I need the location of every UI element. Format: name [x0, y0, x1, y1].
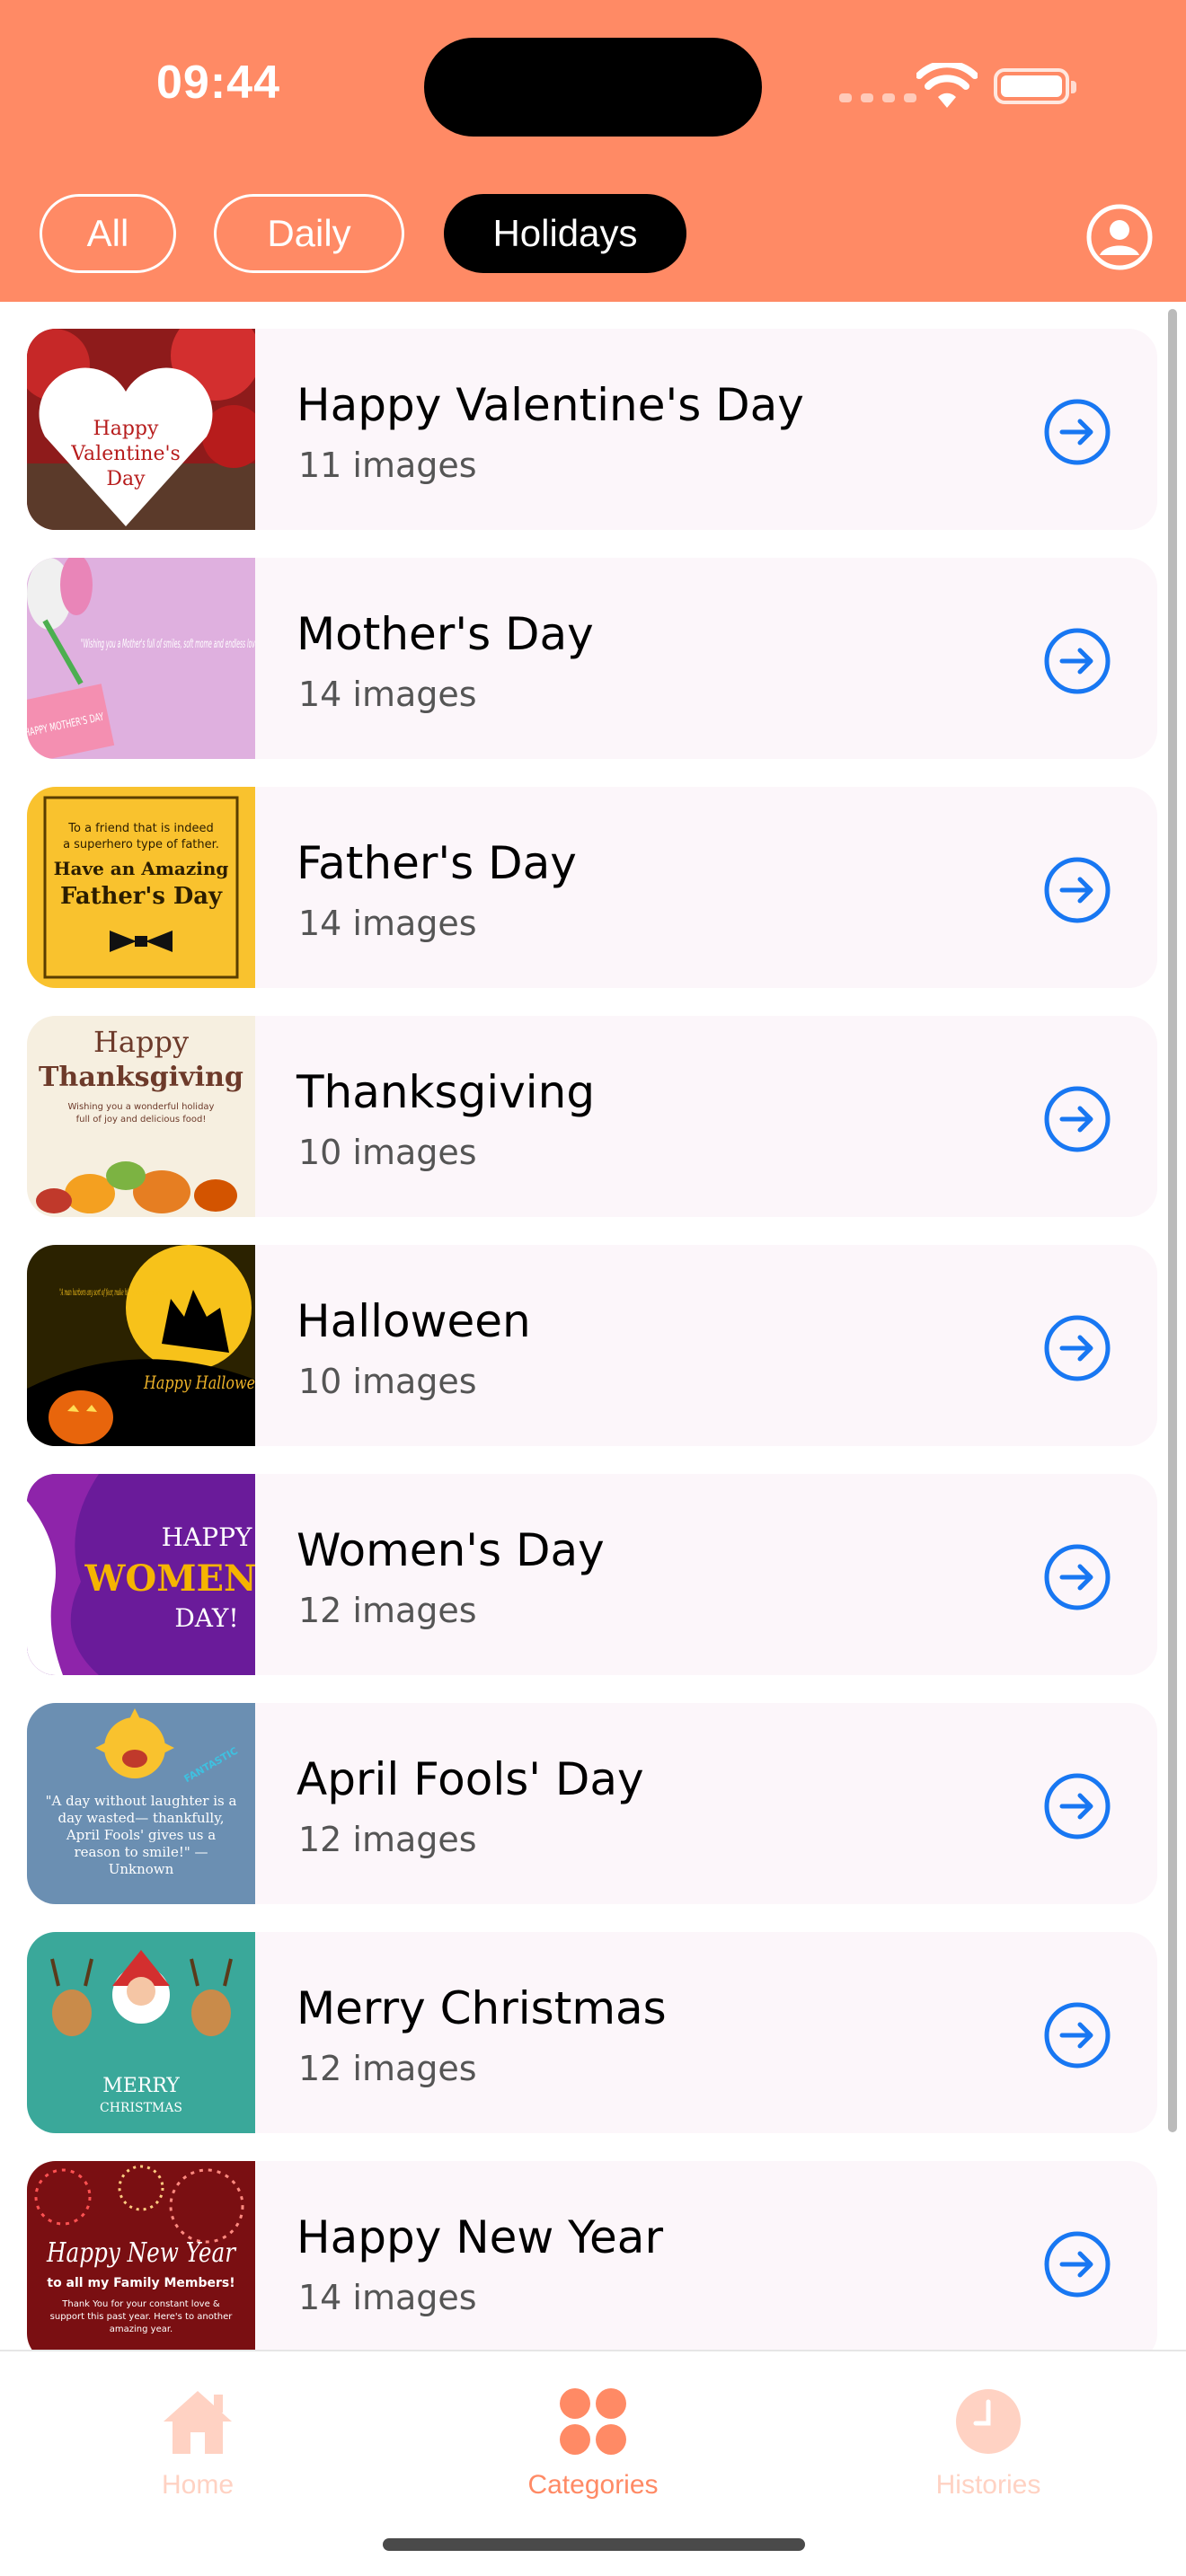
tab-categories[interactable]: Categories: [485, 2369, 701, 2504]
thumb-christmas-line2: CHRISTMAS: [100, 2101, 182, 2115]
list-item-valentines[interactable]: Happy Valentine's Day Happy Valentine's …: [27, 329, 1157, 530]
row-count: 12 images: [298, 1820, 477, 1859]
arrow-right-circle-icon[interactable]: [1042, 1084, 1112, 1154]
cellular-signal-icon: [839, 93, 916, 102]
row-count: 14 images: [298, 675, 477, 714]
arrow-right-circle-icon[interactable]: [1042, 855, 1112, 925]
thumbnail-thanksgiving: Happy Thanksgiving Wishing you a wonderf…: [27, 1016, 255, 1217]
row-title: April Fools' Day: [296, 1753, 644, 1805]
row-count: 14 images: [298, 904, 477, 943]
thumb-women-line3: DAY!: [174, 1603, 238, 1633]
list-item-womens-day[interactable]: HAPPY WOMEN DAY! Women's Day 12 images: [27, 1474, 1157, 1675]
scrollbar[interactable]: [1168, 309, 1177, 2132]
tab-histories[interactable]: Histories: [881, 2369, 1096, 2504]
arrow-right-circle-icon[interactable]: [1042, 1313, 1112, 1383]
filter-holidays-label: Holidays: [492, 212, 638, 254]
thumb-april-quote: "A day without laughter is a day wasted—…: [45, 1793, 237, 1877]
list-item-mothers-day[interactable]: "Wishing you a Mother's full of smiles, …: [27, 558, 1157, 759]
profile-icon[interactable]: [1085, 203, 1154, 271]
thumb-thanks-line4: full of joy and delicious food!: [76, 1115, 207, 1125]
arrow-right-circle-icon[interactable]: [1042, 397, 1112, 467]
thumb-newyear-line4: support this past year. Here's to anothe…: [50, 2312, 234, 2322]
arrow-right-circle-icon[interactable]: [1042, 1542, 1112, 1612]
list-item-halloween[interactable]: "A man harbors any sort of fear, make hi…: [27, 1245, 1157, 1446]
tab-home-label: Home: [161, 2470, 235, 2500]
thumb-newyear-line5: amazing year.: [110, 2325, 173, 2334]
thumb-father-line4: Father's Day: [60, 883, 223, 910]
house-icon: [164, 2391, 232, 2454]
row-count: 12 images: [298, 2049, 477, 2088]
clock-icon: [956, 2389, 1021, 2454]
row-count: 10 images: [298, 1362, 477, 1401]
thumb-valentine-line1: Happy: [93, 418, 159, 440]
list-item-fathers-day[interactable]: To a friend that is indeed a superhero t…: [27, 787, 1157, 988]
dynamic-island: [424, 38, 762, 137]
thumbnail-valentines: Happy Valentine's Day: [27, 329, 255, 530]
thumb-valentine-line2: Valentine's: [70, 443, 181, 465]
home-indicator[interactable]: [383, 2538, 805, 2551]
list-item-new-year[interactable]: Happy New Year to all my Family Members!…: [27, 2161, 1157, 2350]
thumb-mother-quote: "Wishing you a Mother's full of smiles, …: [81, 638, 255, 651]
thumb-halloween-text: Happy Hallowe: [143, 1372, 255, 1393]
thumb-newyear-line3: Thank You for your constant love &: [61, 2299, 220, 2309]
thumb-thanks-line3: Wishing you a wonderful holiday: [68, 1102, 215, 1112]
arrow-right-circle-icon[interactable]: [1042, 1771, 1112, 1841]
row-title: Halloween: [296, 1295, 531, 1347]
row-count: 14 images: [298, 2278, 477, 2317]
row-title: Mother's Day: [296, 608, 594, 660]
thumbnail-mothers-day: "Wishing you a Mother's full of smiles, …: [27, 558, 255, 759]
row-title: Merry Christmas: [296, 1982, 667, 2034]
row-count: 11 images: [298, 446, 477, 485]
filter-daily-label: Daily: [267, 212, 351, 254]
thumbnail-halloween: "A man harbors any sort of fear, make hi…: [27, 1245, 255, 1446]
thumbnail-new-year: Happy New Year to all my Family Members!…: [27, 2161, 255, 2350]
row-count: 10 images: [298, 1133, 477, 1172]
filter-daily[interactable]: Daily: [214, 194, 404, 273]
thumb-valentine-line3: Day: [106, 468, 146, 490]
row-title: Women's Day: [296, 1524, 605, 1576]
arrow-right-circle-icon[interactable]: [1042, 626, 1112, 696]
thumb-father-line3: Have an Amazing: [54, 858, 229, 879]
thumb-newyear-line2: to all my Family Members!: [47, 2276, 235, 2290]
tab-home[interactable]: Home: [90, 2369, 305, 2504]
battery-icon: [994, 68, 1076, 104]
thumb-thanks-line2: Thanksgiving: [39, 1062, 243, 1093]
row-title: Thanksgiving: [296, 1066, 596, 1118]
list-item-thanksgiving[interactable]: Happy Thanksgiving Wishing you a wonderf…: [27, 1016, 1157, 1217]
thumb-women-line1: HAPPY: [162, 1522, 252, 1552]
thumbnail-womens-day: HAPPY WOMEN DAY!: [27, 1474, 255, 1675]
list-item-christmas[interactable]: MERRY CHRISTMAS Merry Christmas 12 image…: [27, 1932, 1157, 2133]
holiday-list: Happy Valentine's Day Happy Valentine's …: [0, 302, 1186, 2350]
arrow-right-circle-icon[interactable]: [1042, 2000, 1112, 2070]
thumbnail-christmas: MERRY CHRISTMAS: [27, 1932, 255, 2133]
thumb-christmas-line1: MERRY: [102, 2075, 180, 2097]
row-title: Happy New Year: [296, 2211, 664, 2263]
list-item-april-fools[interactable]: FANTASTIC "A day without laughter is a d…: [27, 1703, 1157, 1904]
arrow-right-circle-icon[interactable]: [1042, 2229, 1112, 2299]
tab-categories-label: Categories: [527, 2470, 659, 2500]
thumb-newyear-line1: Happy New Year: [46, 2237, 236, 2269]
tab-histories-label: Histories: [935, 2470, 1041, 2500]
thumb-halloween-quote: "A man harbors any sort of fear, make hi…: [59, 1288, 167, 1298]
filter-all[interactable]: All: [40, 194, 176, 273]
row-title: Father's Day: [296, 837, 577, 889]
thumb-women-line2: WOMEN: [84, 1557, 255, 1600]
thumb-father-line1: To a friend that is indeed: [67, 822, 213, 835]
thumbnail-april-fools: FANTASTIC "A day without laughter is a d…: [27, 1703, 255, 1904]
status-time: 09:44: [156, 57, 280, 109]
thumb-father-line2: a superhero type of father.: [63, 838, 219, 851]
filter-holidays[interactable]: Holidays: [444, 194, 686, 273]
row-count: 12 images: [298, 1591, 477, 1630]
header: 09:44 All Daily Holidays: [0, 0, 1186, 302]
wifi-icon: [916, 63, 978, 108]
grid-dots-icon: [560, 2388, 626, 2455]
thumb-thanks-line1: Happy: [93, 1025, 189, 1059]
filter-all-label: All: [86, 212, 129, 254]
thumbnail-fathers-day: To a friend that is indeed a superhero t…: [27, 787, 255, 988]
row-title: Happy Valentine's Day: [296, 379, 804, 431]
